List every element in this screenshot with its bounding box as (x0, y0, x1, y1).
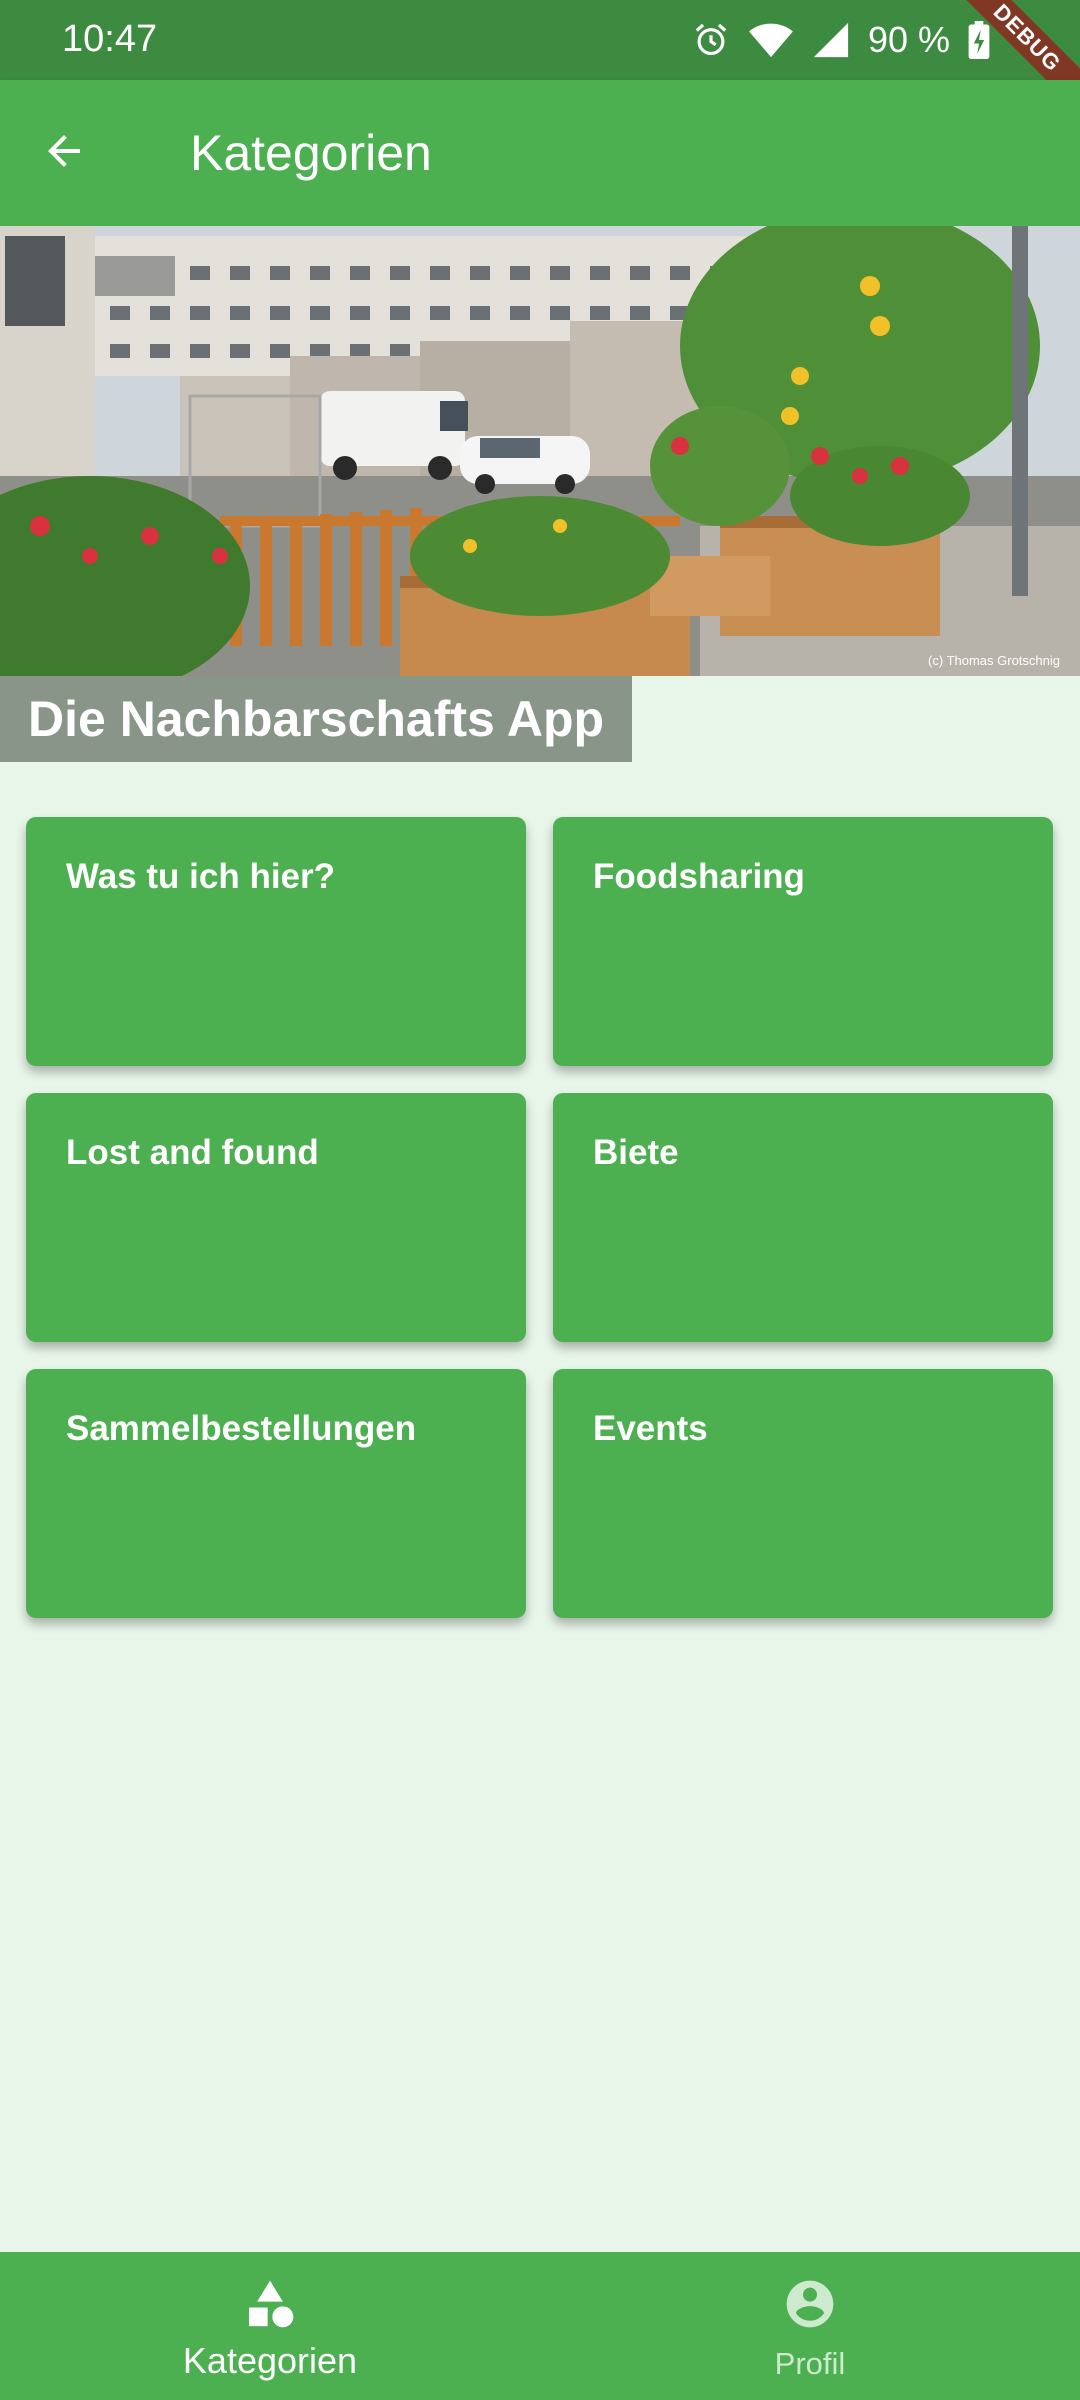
photo-credit: (c) Thomas Grotschnig (928, 653, 1060, 668)
hero-caption: Die Nachbarschafts App (0, 676, 633, 762)
category-label: Lost and found (66, 1133, 319, 1172)
app-bar: Kategorien (0, 80, 1080, 226)
status-time: 10:47 (62, 18, 158, 60)
category-card-lost-and-found[interactable]: Lost and found (26, 1093, 526, 1342)
category-card-was-tu-ich-hier[interactable]: Was tu ich hier? (26, 817, 526, 1066)
category-icon (242, 2276, 298, 2332)
category-grid: Was tu ich hier? Foodsharing Lost and fo… (26, 817, 1054, 1618)
bottom-navigation: Kategorien Profil (0, 2252, 1080, 2400)
category-label: Sammelbestellungen (66, 1409, 417, 1448)
category-card-events[interactable]: Events (553, 1369, 1053, 1618)
battery-charging-icon (968, 21, 990, 59)
category-card-biete[interactable]: Biete (553, 1093, 1053, 1342)
category-label: Was tu ich hier? (66, 857, 336, 896)
alarm-icon (692, 21, 730, 59)
wifi-icon (748, 21, 794, 59)
category-card-sammelbestellungen[interactable]: Sammelbestellungen (26, 1369, 526, 1618)
category-card-foodsharing[interactable]: Foodsharing (553, 817, 1053, 1066)
page-title: Kategorien (190, 125, 432, 181)
signal-icon (812, 21, 850, 59)
category-label: Events (593, 1409, 708, 1448)
nav-item-kategorien[interactable]: Kategorien (0, 2252, 540, 2400)
hero-image: (c) Thomas Grotschnig (0, 226, 1080, 676)
nav-item-profil[interactable]: Profil (540, 2252, 1080, 2400)
nav-label: Profil (774, 2346, 846, 2381)
arrow-back-icon (40, 127, 88, 180)
neighborhood-garden-photo (0, 226, 1080, 676)
back-button[interactable] (24, 113, 104, 193)
status-icons: 90 % (692, 18, 990, 62)
account-circle-icon (782, 2276, 838, 2332)
category-label: Biete (593, 1133, 679, 1172)
battery-percentage: 90 % (867, 19, 950, 60)
nav-label: Kategorien (182, 2340, 358, 2381)
status-bar: 10:47 90 % DEBUG (0, 0, 1080, 131)
category-label: Foodsharing (593, 857, 805, 896)
